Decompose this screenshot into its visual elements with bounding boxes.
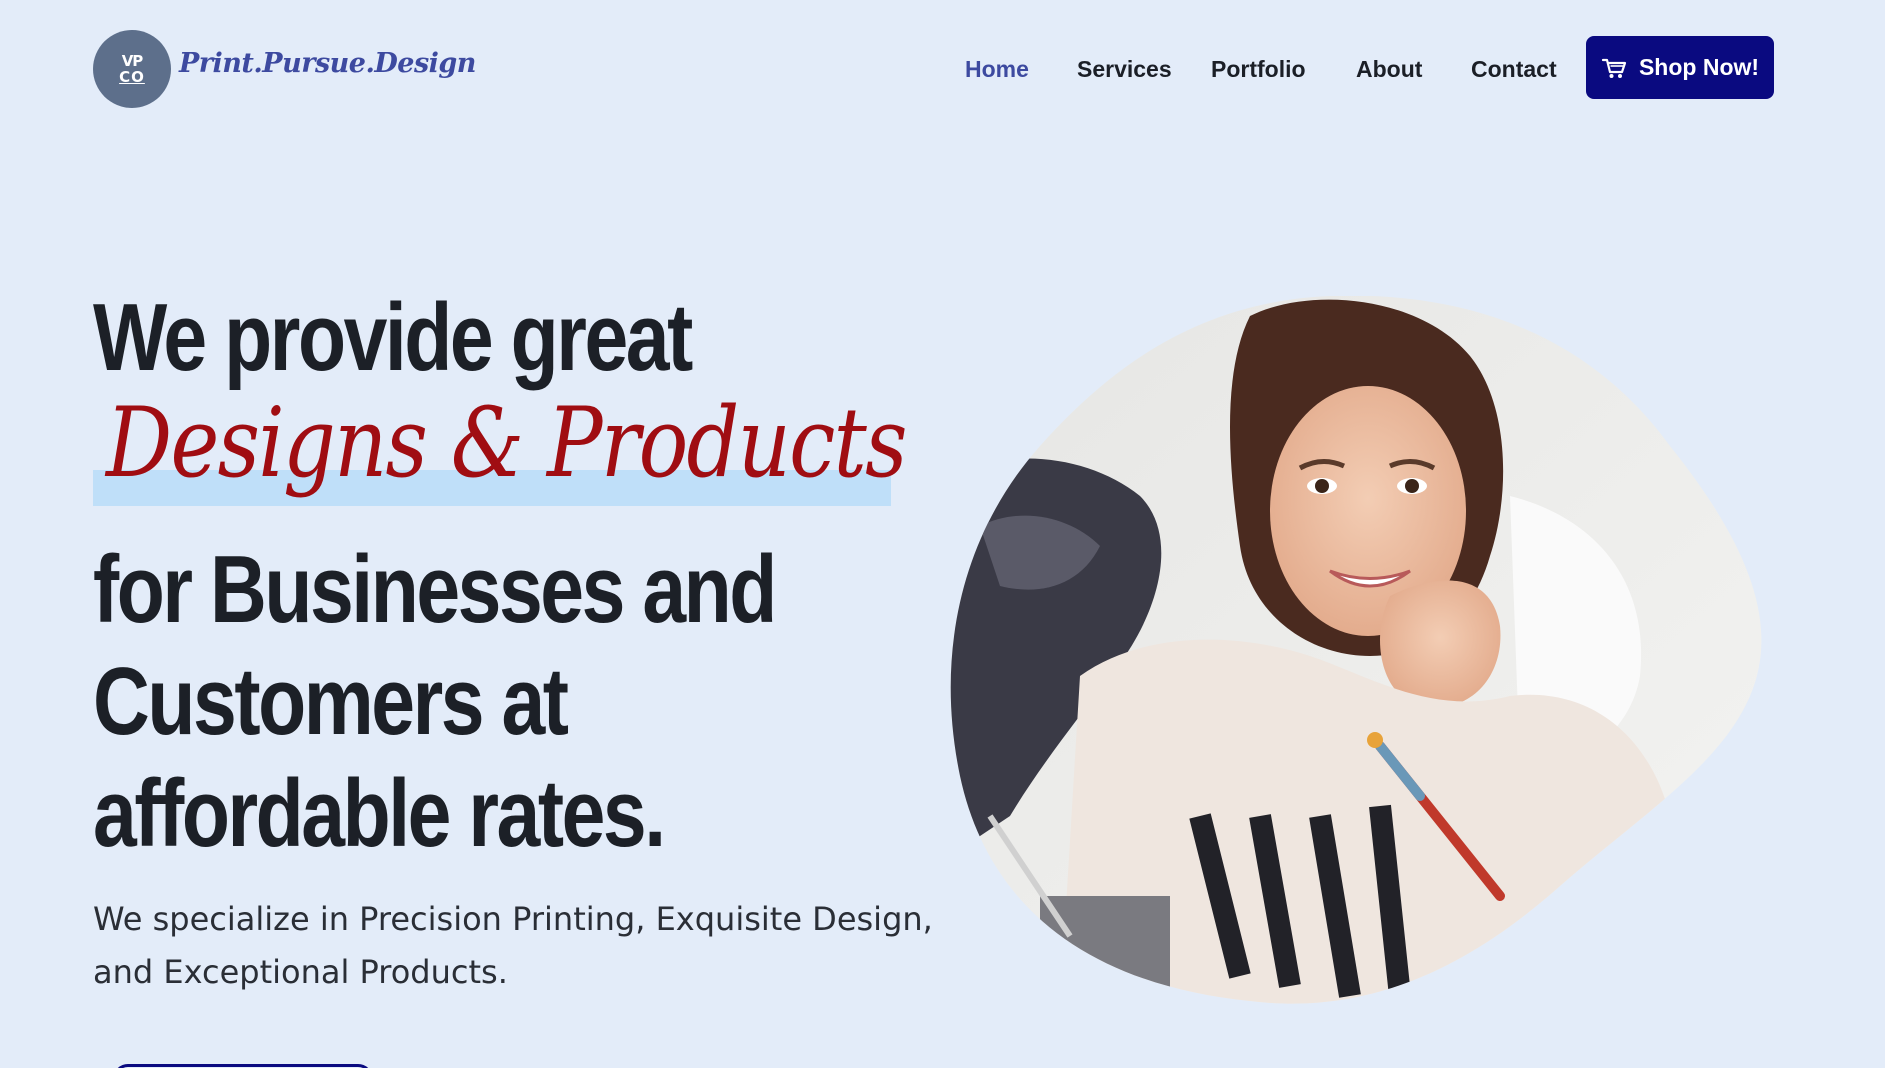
cart-icon: [1601, 58, 1627, 78]
headline-script: Designs & Products: [106, 387, 907, 499]
headline-line-5: affordable rates.: [93, 760, 666, 867]
logo-badge-line1: VP: [121, 52, 144, 70]
headline-line-4: Customers at: [93, 648, 569, 755]
hero-subtext: We specialize in Precision Printing, Exq…: [93, 900, 933, 991]
nav-about[interactable]: About: [1356, 56, 1422, 83]
nav-services[interactable]: Services: [1077, 56, 1172, 83]
shop-now-label: Shop Now!: [1638, 54, 1760, 80]
brand-name[interactable]: Print.Pursue.Design: [179, 48, 476, 79]
page: VP CO Print.Pursue.Design Home Services …: [0, 0, 1885, 1068]
nav-portfolio[interactable]: Portfolio: [1211, 56, 1306, 83]
logo-badge-line2: CO: [119, 68, 145, 86]
headline-line-3: for Businesses and: [93, 536, 777, 643]
nav-contact[interactable]: Contact: [1471, 56, 1557, 83]
hero-portrait-image: [950, 296, 1762, 1004]
hero-cta-button[interactable]: [113, 1064, 373, 1068]
nav-home[interactable]: Home: [965, 56, 1029, 83]
logo-badge[interactable]: VP CO: [93, 30, 171, 108]
shop-now-button[interactable]: Shop Now!: [1586, 36, 1774, 99]
headline-line-1: We provide great: [93, 284, 693, 391]
